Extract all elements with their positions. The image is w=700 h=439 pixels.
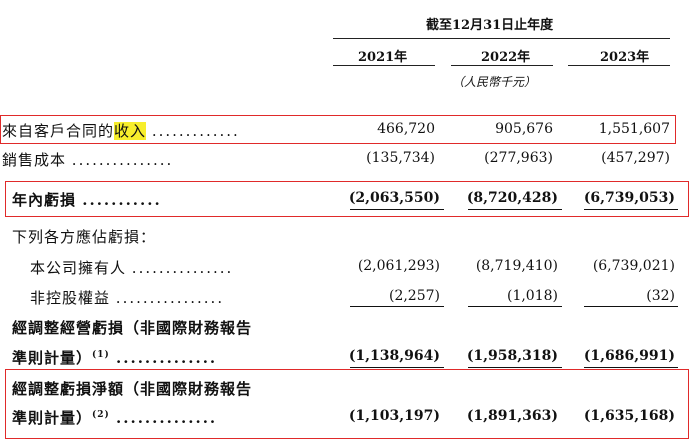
- footnote-marker: (1): [92, 350, 110, 360]
- owners-2022: (8,719,410): [475, 258, 558, 274]
- year-rule-2023: [568, 65, 670, 66]
- cost-of-sales-2023: (457,297): [601, 150, 670, 166]
- leader-dots: .............: [151, 122, 240, 140]
- nci-text: 非控股權益: [30, 289, 111, 307]
- leader-dots: ...........: [82, 191, 162, 209]
- year-header-2023: 2023年: [600, 50, 650, 65]
- adj-operating-loss-text: 準則計量）: [12, 349, 93, 367]
- cost-of-sales-2022: (277,963): [484, 150, 553, 166]
- adj-operating-loss-2022: (1,958,318): [466, 348, 558, 364]
- nci-2021: (2,257): [388, 288, 440, 304]
- adj-net-loss-2021: (1,103,197): [348, 408, 440, 424]
- leader-dots: ..............: [116, 349, 218, 367]
- loss-2023-underline: [584, 209, 678, 210]
- nci-2021-underline: [350, 306, 444, 307]
- leader-dots: ...............: [71, 151, 174, 169]
- owners-label: 本公司擁有人 ...............: [30, 257, 233, 278]
- adj-net-loss-label-line1: 經調整虧損淨額（非國際財務報告: [12, 380, 253, 398]
- adj-net-loss-text: 準則計量）: [12, 409, 93, 427]
- units-label: （人民幣千元）: [452, 75, 537, 89]
- adj-operating-loss-2023: (1,686,991): [583, 348, 675, 364]
- year-header-2021: 2021年: [358, 50, 408, 65]
- nci-label: 非控股權益 ................: [30, 287, 224, 308]
- nci-2023: (32): [646, 288, 675, 304]
- attributable-heading: 下列各方應佔虧損：: [12, 228, 157, 246]
- nci-2022: (1,018): [506, 288, 558, 304]
- revenue-label-prefix: 來自客戶合同的: [2, 122, 115, 140]
- adj-op-2023-underline: [584, 367, 678, 368]
- adj-net-loss-label-line2: 準則計量）(2) ..............: [12, 407, 217, 428]
- nci-2023-underline: [584, 306, 678, 307]
- cost-of-sales-text: 銷售成本: [2, 151, 67, 169]
- period-header: 截至12月31日止年度: [426, 18, 554, 33]
- owners-text: 本公司擁有人: [30, 259, 127, 277]
- leader-dots: ..............: [116, 409, 218, 427]
- cost-of-sales-2021: (135,734): [366, 150, 435, 166]
- loss-for-year-text: 年內虧損: [12, 191, 77, 209]
- leader-dots: ................: [115, 289, 225, 307]
- period-rule: [333, 38, 670, 39]
- loss-2022: (8,720,428): [466, 190, 558, 206]
- revenue-label-highlight: 收入: [114, 122, 147, 140]
- loss-2023: (6,739,053): [583, 190, 675, 206]
- owners-2023: (6,739,021): [592, 258, 675, 274]
- year-rule-2022: [451, 65, 553, 66]
- loss-2021-underline: [350, 209, 444, 210]
- revenue-2023: 1,551,607: [598, 121, 670, 137]
- adj-op-2021-underline: [350, 367, 444, 368]
- revenue-2021: 466,720: [377, 121, 435, 137]
- adj-op-2022-underline: [468, 367, 562, 368]
- nci-2022-underline: [468, 306, 562, 307]
- revenue-2022: 905,676: [495, 121, 553, 137]
- year-header-2022: 2022年: [481, 50, 531, 65]
- adj-operating-loss-label-line1: 經調整經營虧損（非國際財務報告: [12, 319, 253, 337]
- cost-of-sales-label: 銷售成本 ...............: [2, 149, 173, 170]
- leader-dots: ...............: [131, 259, 234, 277]
- loss-2021: (2,063,550): [348, 190, 440, 206]
- year-rule-2021: [333, 65, 435, 66]
- loss-2022-underline: [468, 209, 562, 210]
- adj-operating-loss-2021: (1,138,964): [348, 348, 440, 364]
- adj-operating-loss-label-line2: 準則計量）(1) ..............: [12, 347, 217, 368]
- revenue-label: 來自客戶合同的收入 .............: [2, 120, 240, 141]
- owners-2021: (2,061,293): [357, 258, 440, 274]
- loss-for-year-label: 年內虧損 ...........: [12, 189, 162, 210]
- adj-net-loss-2023: (1,635,168): [583, 408, 675, 424]
- footnote-marker: (2): [92, 410, 110, 420]
- adj-net-loss-2022: (1,891,363): [466, 408, 558, 424]
